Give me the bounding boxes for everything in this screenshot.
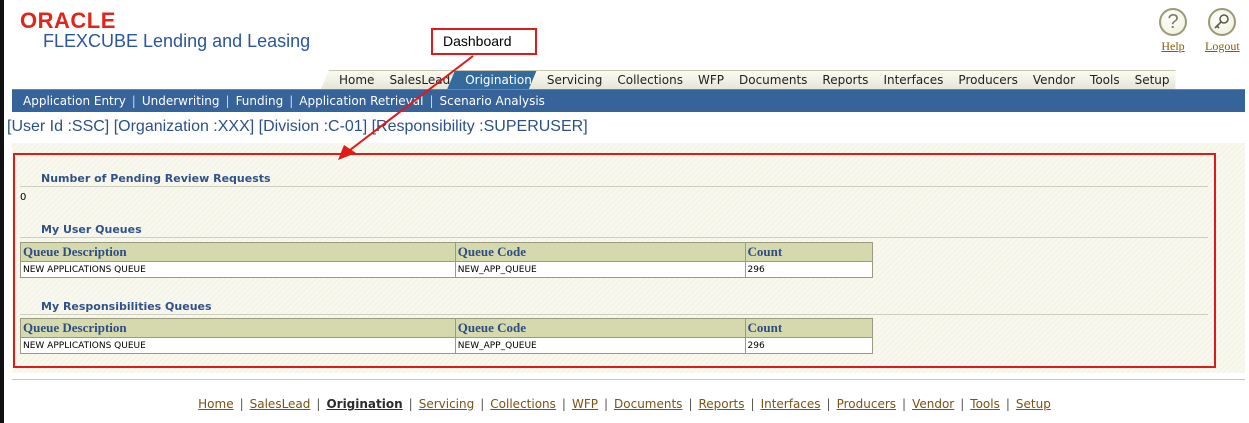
footer-link-origination[interactable]: Origination bbox=[326, 397, 402, 411]
separator: | bbox=[239, 397, 244, 411]
footer-link-documents[interactable]: Documents bbox=[614, 397, 682, 411]
footer-link-saleslead[interactable]: SalesLead bbox=[250, 397, 311, 411]
separator: | bbox=[1005, 397, 1010, 411]
footer-link-home[interactable]: Home bbox=[198, 397, 233, 411]
footer-link-vendor[interactable]: Vendor bbox=[912, 397, 954, 411]
footer-divider bbox=[12, 379, 1245, 380]
separator: | bbox=[960, 397, 965, 411]
footer-link-interfaces[interactable]: Interfaces bbox=[761, 397, 821, 411]
separator: | bbox=[750, 397, 755, 411]
separator: | bbox=[603, 397, 609, 411]
separator: | bbox=[408, 397, 413, 411]
footer-link-wfp[interactable]: WFP bbox=[572, 397, 598, 411]
footer-links: Home | SalesLead | Origination | Servicing | Col… bbox=[0, 397, 1249, 411]
footer-link-producers[interactable]: Producers bbox=[837, 397, 896, 411]
separator: | bbox=[316, 397, 321, 411]
footer-link-tools[interactable]: Tools bbox=[970, 397, 1000, 411]
separator: | bbox=[826, 397, 831, 411]
separator: | bbox=[902, 397, 907, 411]
footer-link-setup[interactable]: Setup bbox=[1016, 397, 1051, 411]
separator: | bbox=[561, 397, 566, 411]
footer-link-servicing[interactable]: Servicing bbox=[419, 397, 475, 411]
footer-link-collections[interactable]: Collections bbox=[490, 397, 556, 411]
footer-link-reports[interactable]: Reports bbox=[698, 397, 744, 411]
separator: | bbox=[688, 397, 693, 411]
callout-arrow bbox=[338, 55, 474, 160]
separator: | bbox=[480, 397, 485, 411]
